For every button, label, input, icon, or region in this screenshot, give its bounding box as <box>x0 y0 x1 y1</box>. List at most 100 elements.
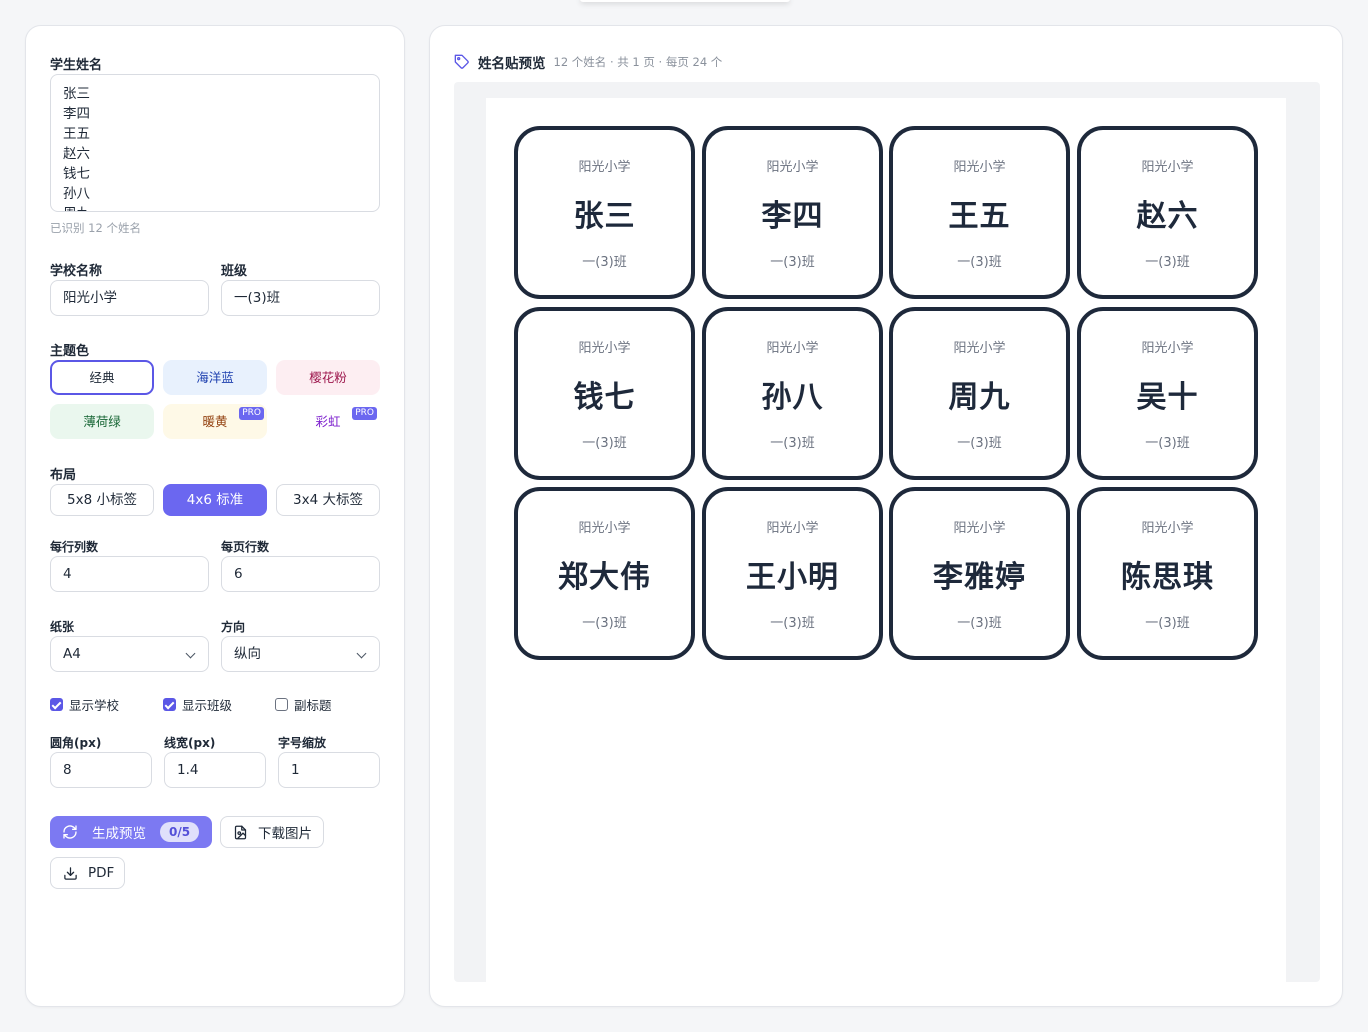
tag-class: 一(3)班 <box>770 255 815 270</box>
download-icon <box>64 866 77 880</box>
preview-title: 姓名贴预览 <box>478 56 546 72</box>
rows-label: 每页行数 <box>221 540 270 554</box>
chevron-down-icon <box>356 648 367 659</box>
stroke-label: 线宽(px) <box>164 736 216 750</box>
theme-ocean-button[interactable]: 海洋蓝 <box>163 360 267 395</box>
layout-3x4-button[interactable]: 3x4 大标签 <box>276 484 380 516</box>
settings-panel: 学生姓名 张三 李四 王五 赵六 钱七 孙八 周九 已识别 12 个姓名 学校名… <box>25 25 405 1007</box>
paper-page: 阳光小学 张三 一(3)班 阳光小学 李四 一(3)班 阳光小学 王五 一(3)… <box>486 98 1286 982</box>
tag-school: 阳光小学 <box>1141 160 1194 175</box>
student-names-label: 学生姓名 <box>50 58 103 73</box>
tag-name: 赵六 <box>1136 199 1199 234</box>
layout-5x8-button[interactable]: 5x8 小标签 <box>50 484 154 516</box>
tag-icon <box>454 54 469 69</box>
paper-select-value: A4 <box>63 646 81 662</box>
tag-name: 张三 <box>573 199 636 234</box>
layout-4x6-button[interactable]: 4x6 标准 <box>163 484 267 516</box>
chevron-down-icon <box>185 648 196 659</box>
paper-label: 纸张 <box>50 620 75 634</box>
tag-name: 孙八 <box>761 380 824 415</box>
name-tag: 阳光小学 王小明 一(3)班 <box>702 487 883 660</box>
cols-input[interactable]: 4 <box>50 556 209 592</box>
tag-class: 一(3)班 <box>957 255 1002 270</box>
show-school-label: 显示学校 <box>69 698 120 713</box>
name-tag: 阳光小学 周九 一(3)班 <box>889 307 1070 480</box>
name-tag: 阳光小学 李四 一(3)班 <box>702 126 883 299</box>
subtitle-checkbox[interactable]: 副标题 <box>275 695 332 714</box>
tag-class: 一(3)班 <box>582 436 627 451</box>
layout-label: 布局 <box>50 468 77 483</box>
student-name-line: 周九 <box>63 204 367 211</box>
pdf-label: PDF <box>88 865 115 881</box>
name-tag: 阳光小学 郑大伟 一(3)班 <box>514 487 695 660</box>
theme-rainbow-button[interactable]: 彩虹 PRO <box>276 404 380 439</box>
theme-sakura-button[interactable]: 樱花粉 <box>276 360 380 395</box>
name-tag: 阳光小学 陈思琪 一(3)班 <box>1077 487 1258 660</box>
theme-warm-button[interactable]: 暖黄 PRO <box>163 404 267 439</box>
pro-badge: PRO <box>352 407 377 420</box>
name-tag: 阳光小学 孙八 一(3)班 <box>702 307 883 480</box>
generate-preview-button[interactable]: 生成预览 0/5 <box>50 816 212 848</box>
tag-class: 一(3)班 <box>1145 255 1190 270</box>
show-class-label: 显示班级 <box>182 698 233 713</box>
school-input[interactable]: 阳光小学 <box>50 280 209 316</box>
tag-school: 阳光小学 <box>1141 341 1194 356</box>
tag-name: 李雅婷 <box>933 560 1026 595</box>
tag-name: 吴十 <box>1136 380 1199 415</box>
pdf-button[interactable]: PDF <box>50 857 125 889</box>
school-label: 学校名称 <box>50 264 103 279</box>
top-window-edge <box>580 0 790 2</box>
tag-name: 王五 <box>948 199 1011 234</box>
tag-name: 郑大伟 <box>558 560 651 595</box>
theme-label-text: 彩虹 <box>315 414 341 429</box>
file-image-icon <box>234 825 247 839</box>
student-name-line: 赵六 <box>63 146 90 162</box>
student-names-textarea[interactable]: 张三 李四 王五 赵六 钱七 孙八 周九 <box>50 74 380 212</box>
radius-input[interactable]: 8 <box>50 752 152 788</box>
rows-input[interactable]: 6 <box>221 556 380 592</box>
tag-school: 阳光小学 <box>766 160 819 175</box>
theme-label-text: 薄荷绿 <box>83 414 121 429</box>
tag-school: 阳光小学 <box>766 341 819 356</box>
tag-name: 钱七 <box>573 380 636 415</box>
download-image-button[interactable]: 下载图片 <box>220 816 324 848</box>
name-tag: 阳光小学 赵六 一(3)班 <box>1077 126 1258 299</box>
tag-school: 阳光小学 <box>578 160 631 175</box>
stroke-input[interactable]: 1.4 <box>164 752 266 788</box>
theme-label: 主题色 <box>50 344 90 359</box>
show-school-checkbox[interactable]: 显示学校 <box>50 695 119 714</box>
name-tag: 阳光小学 钱七 一(3)班 <box>514 307 695 480</box>
show-class-checkbox[interactable]: 显示班级 <box>163 695 232 714</box>
theme-classic-button[interactable]: 经典 <box>50 360 154 395</box>
checkbox-checked-icon <box>163 698 176 711</box>
tag-class: 一(3)班 <box>582 616 627 631</box>
theme-label-text: 樱花粉 <box>309 370 347 385</box>
class-input[interactable]: 一(3)班 <box>221 280 380 316</box>
tag-class: 一(3)班 <box>582 255 627 270</box>
theme-label-text: 经典 <box>89 370 115 385</box>
usage-count-badge: 0/5 <box>160 822 200 842</box>
font-scale-label: 字号缩放 <box>278 736 327 750</box>
paper-select[interactable]: A4 <box>50 636 209 672</box>
student-name-line: 李四 <box>63 106 90 122</box>
theme-label-text: 暖黄 <box>202 414 228 429</box>
orientation-select[interactable]: 纵向 <box>221 636 380 672</box>
tag-school: 阳光小学 <box>953 160 1006 175</box>
tag-name: 周九 <box>948 380 1011 415</box>
tag-name: 李四 <box>761 199 824 234</box>
student-name-line: 王五 <box>63 126 90 142</box>
name-tag: 阳光小学 王五 一(3)班 <box>889 126 1070 299</box>
pro-badge: PRO <box>239 407 264 420</box>
font-scale-input[interactable]: 1 <box>278 752 380 788</box>
cols-label: 每行列数 <box>50 540 99 554</box>
refresh-icon <box>63 825 77 839</box>
tag-class: 一(3)班 <box>770 616 815 631</box>
tag-school: 阳光小学 <box>953 521 1006 536</box>
tag-class: 一(3)班 <box>1145 436 1190 451</box>
orientation-select-value: 纵向 <box>234 646 261 662</box>
student-name-line: 钱七 <box>63 166 90 182</box>
theme-mint-button[interactable]: 薄荷绿 <box>50 404 154 439</box>
preview-canvas: 阳光小学 张三 一(3)班 阳光小学 李四 一(3)班 阳光小学 王五 一(3)… <box>454 82 1320 982</box>
name-tag: 阳光小学 吴十 一(3)班 <box>1077 307 1258 480</box>
checkbox-checked-icon <box>50 698 63 711</box>
